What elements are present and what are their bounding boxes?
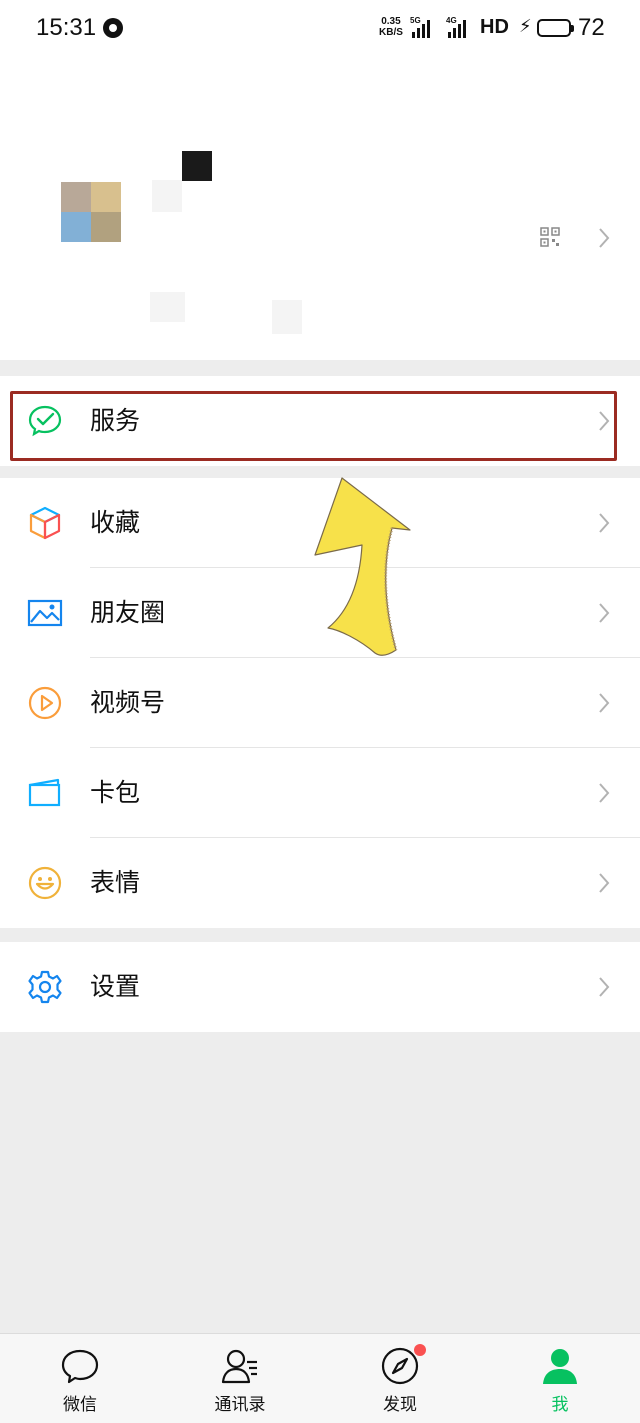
hd-indicator: HD	[480, 16, 509, 38]
tab-me[interactable]: 我	[480, 1334, 640, 1423]
tab-label-me: 我	[551, 1395, 569, 1415]
menu-label-moments: 朋友圈	[90, 598, 166, 627]
tab-discover[interactable]: 发现	[320, 1334, 480, 1423]
person-icon	[543, 1349, 577, 1384]
chevron-right-icon	[599, 873, 610, 893]
menu-item-card-wallet[interactable]: 卡包	[0, 748, 640, 838]
sticker-smile-icon	[28, 866, 62, 900]
menu-label-favorites: 收藏	[90, 508, 141, 537]
gear-icon	[28, 970, 62, 1004]
moments-picture-icon	[27, 599, 63, 627]
discover-badge-dot	[414, 1344, 426, 1356]
network-speed-unit: KB/S	[379, 27, 403, 38]
redacted-block	[182, 151, 212, 181]
menu-label-settings: 设置	[90, 972, 141, 1001]
chevron-right-icon	[599, 603, 610, 623]
chevron-right-icon	[599, 411, 610, 431]
network-speed-value: 0.35	[381, 16, 401, 27]
battery-percent: 72	[578, 14, 605, 41]
signal-4g-icon: 4G	[446, 16, 472, 38]
battery-icon	[537, 19, 574, 37]
qr-code-icon[interactable]	[540, 227, 560, 247]
menu-label-channels: 视频号	[90, 688, 166, 717]
signal-5g-icon: 5G	[410, 16, 436, 38]
favorites-cube-icon	[29, 506, 61, 540]
annotation-arrow-icon	[314, 477, 411, 656]
tab-label-discover: 发现	[383, 1395, 417, 1415]
tab-label-chats: 微信	[63, 1395, 97, 1415]
status-bar: 15:31 0.35 KB/S 5G 4G HD ⚡ 72	[0, 0, 640, 60]
channels-play-icon	[28, 686, 62, 720]
menu-item-service[interactable]: 服务	[0, 376, 640, 466]
chevron-right-icon	[599, 783, 610, 803]
menu-item-channels[interactable]: 视频号	[0, 658, 640, 748]
menu-label-service: 服务	[90, 406, 141, 435]
menu-label-card-wallet: 卡包	[90, 778, 141, 807]
avatar[interactable]	[61, 182, 121, 242]
card-wallet-icon	[28, 778, 61, 807]
network-speed: 0.35 KB/S	[379, 16, 403, 38]
menu-item-stickers[interactable]: 表情	[0, 838, 640, 928]
redacted-id	[150, 292, 185, 322]
chat-bubble-icon	[61, 1349, 99, 1384]
settings-group: 设置	[0, 942, 640, 1032]
chevron-right-icon	[599, 693, 610, 713]
tab-label-contacts: 通讯录	[214, 1395, 266, 1415]
service-group: 服务	[0, 376, 640, 466]
menu-label-stickers: 表情	[90, 868, 141, 897]
wechat-pay-icon	[28, 405, 62, 437]
chevron-right-icon	[599, 228, 610, 248]
contacts-icon	[221, 1349, 257, 1384]
status-time: 15:31	[36, 14, 97, 41]
chevron-right-icon	[599, 977, 610, 997]
profile-header[interactable]	[0, 60, 640, 360]
tab-contacts[interactable]: 通讯录	[160, 1334, 320, 1423]
tab-chats[interactable]: 微信	[0, 1334, 160, 1423]
bottom-tab-bar: 微信 通讯录 发现 我	[0, 1333, 640, 1423]
charging-icon: ⚡	[519, 16, 532, 37]
redacted-status	[272, 300, 302, 334]
menu-item-settings[interactable]: 设置	[0, 942, 640, 1032]
chevron-right-icon	[599, 513, 610, 533]
redacted-name	[152, 180, 182, 212]
notification-icon	[103, 18, 123, 38]
